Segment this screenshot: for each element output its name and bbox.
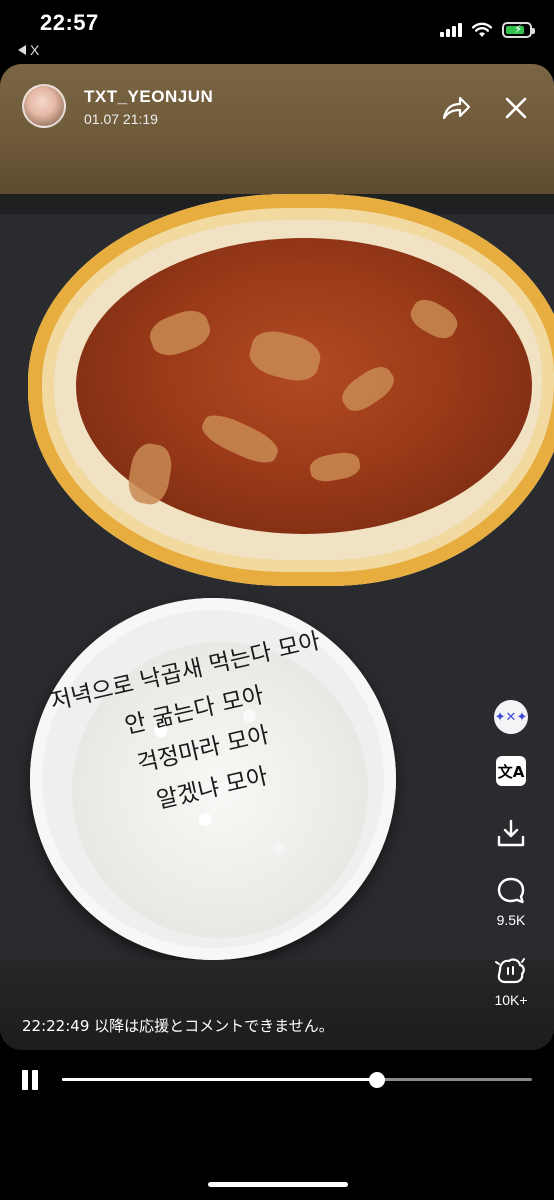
progress-slider[interactable] [62, 1072, 532, 1088]
story-header: TXT_YEONJUN 01.07 21:19 [0, 64, 554, 194]
player-controls [0, 1050, 554, 1200]
battery-icon: ⚡ [502, 22, 535, 38]
close-icon[interactable] [502, 94, 530, 122]
progress-thumb[interactable] [368, 1072, 385, 1088]
photo-handwritten-text: 저녁으로 낙곱새 먹는다 모아 안 굶는다 모아 걱정마라 모아 알겠냐 모아 [0, 610, 424, 949]
cheer-count: 10K+ [494, 992, 528, 1008]
wifi-icon [472, 22, 492, 37]
status-icons: ⚡ [440, 22, 535, 38]
comment-icon [497, 877, 525, 904]
cheer-button[interactable]: 10K+ [486, 956, 536, 1008]
progress-fill [62, 1078, 377, 1081]
home-indicator[interactable] [208, 1182, 348, 1187]
cheer-hand-icon [495, 958, 525, 984]
comment-count: 9.5K [496, 912, 526, 928]
story-card: TXT_YEONJUN 01.07 21:19 저녁으로 낙곱새 먹는다 모아 … [0, 64, 554, 1050]
status-bar: 22:57 X ⚡ [0, 0, 554, 64]
translate-icon: 文A [496, 756, 526, 786]
comment-button[interactable]: 9.5K [486, 876, 536, 928]
status-time: 22:57 [40, 10, 99, 35]
sticker-button[interactable]: ✦✕✦ [486, 700, 536, 734]
story-photo: 저녁으로 낙곱새 먹는다 모아 안 굶는다 모아 걱정마라 모아 알겠냐 모아 [0, 194, 554, 960]
download-button[interactable] [486, 818, 536, 848]
notice-text: 22:22:49 以降は応援とコメントできません。 [22, 1017, 334, 1035]
avatar[interactable] [22, 84, 66, 128]
pause-button[interactable] [20, 1070, 40, 1090]
share-icon[interactable] [440, 92, 472, 124]
back-app-label: X [30, 42, 40, 58]
sticker-icon: ✦✕✦ [494, 700, 528, 734]
story-footer [0, 960, 554, 1050]
pause-icon [22, 1070, 28, 1090]
back-triangle-icon [18, 45, 26, 55]
back-to-app-button[interactable]: X [18, 42, 39, 58]
translate-button[interactable]: 文A [486, 756, 536, 786]
post-timestamp: 01.07 21:19 [84, 111, 158, 127]
download-icon [497, 819, 525, 847]
cellular-signal-icon [440, 23, 462, 37]
user-name[interactable]: TXT_YEONJUN [84, 87, 213, 107]
